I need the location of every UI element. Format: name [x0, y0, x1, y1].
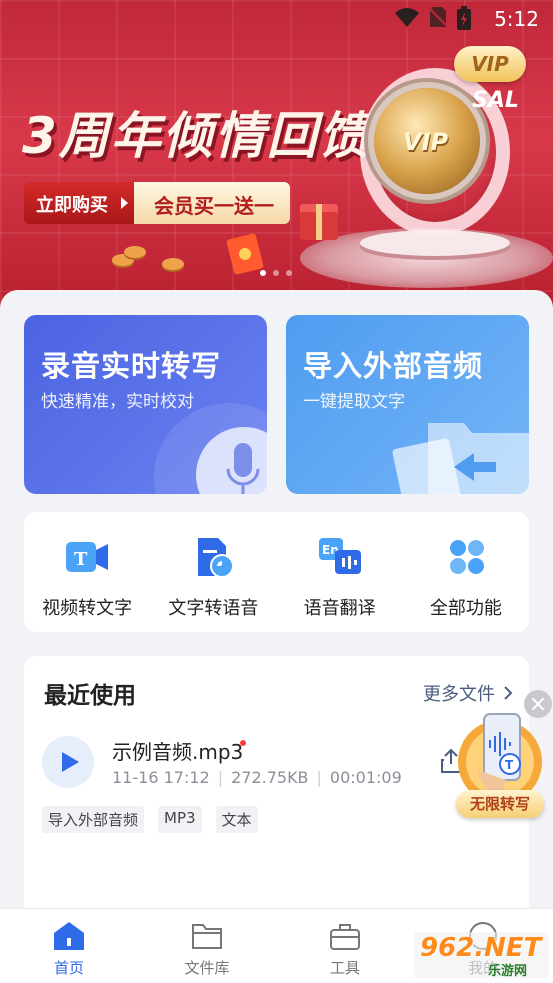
recent-file-row[interactable]: 示例音频.mp3 11-16 17:12 | 272.75KB | 00:01:… [42, 736, 512, 796]
nav-file-library[interactable]: 文件库 [138, 909, 276, 983]
vip-badge: VIP [454, 46, 526, 82]
battery-icon [457, 6, 471, 30]
nav-home[interactable]: 首页 [0, 909, 138, 983]
svg-text:T: T [505, 758, 514, 772]
video-to-text-icon: T [66, 542, 109, 572]
banner-cta[interactable]: 立即购买 会员买一送一 [24, 182, 290, 224]
play-button[interactable] [42, 736, 94, 788]
microphone-icon [226, 443, 260, 494]
file-tag: MP3 [158, 806, 202, 833]
voice-translate-icon: En [318, 538, 361, 574]
meta-separator: | [217, 768, 224, 787]
banner-title: 3周年倾情回馈 [22, 107, 371, 165]
nav-label: 首页 [53, 959, 84, 977]
section-title: 最近使用 [44, 683, 136, 709]
file-tag: 导入外部音频 [42, 806, 145, 833]
sale-text: SAL [472, 88, 519, 113]
folder-icon [192, 924, 222, 949]
file-name: 示例音频.mp3 [112, 740, 244, 764]
chevron-right-icon [504, 686, 513, 700]
meta-separator: | [316, 768, 322, 787]
watermark-site: 乐游网 [488, 964, 528, 979]
medal-text: VIP [403, 128, 449, 156]
carousel-dot[interactable] [260, 270, 266, 276]
promo-banner[interactable]: 5:12 3周年倾情回馈 立即购买 会员买一送一 VIP VIP SAL [0, 0, 553, 310]
buy-now-button[interactable]: 立即购买 [24, 182, 134, 224]
tool-bar: T 视频转文字 文字转语音 En 语音翻译 全部功能 [24, 512, 529, 632]
tool-label: 全部功能 [429, 598, 502, 619]
carousel-dot[interactable] [273, 270, 279, 276]
card-title: 录音实时转写 [41, 349, 222, 383]
play-icon [62, 752, 79, 772]
home-icon [54, 922, 84, 950]
tool-label: 文字转语音 [168, 598, 259, 619]
toolbox-icon [330, 924, 360, 950]
card-title: 导入外部音频 [303, 349, 484, 383]
import-folder-icon [428, 423, 529, 494]
gift-box-icon [300, 204, 338, 240]
coin-icon [124, 246, 146, 258]
offer-label: 会员买一送一 [134, 182, 290, 224]
tool-label: 视频转文字 [42, 598, 133, 619]
card-subtitle: 一键提取文字 [303, 392, 405, 412]
tool-voice-translate[interactable]: En 语音翻译 [277, 512, 403, 632]
tool-label: 语音翻译 [303, 598, 376, 619]
watermark-brand: 962.NET [420, 933, 542, 963]
nav-label: 文件库 [184, 959, 230, 977]
import-audio-card[interactable]: 导入外部音频 一键提取文字 [286, 315, 529, 494]
status-bar: 5:12 [0, 0, 553, 36]
close-promo-button[interactable] [524, 690, 552, 718]
file-tags: 导入外部音频 MP3 文本 [42, 806, 258, 833]
file-size: 272.75KB [231, 768, 309, 787]
svg-text:T: T [74, 549, 88, 570]
tool-text-to-speech[interactable]: 文字转语音 [150, 512, 276, 632]
wifi-icon [395, 8, 419, 27]
record-transcribe-card[interactable]: 录音实时转写 快速精准，实时校对 [24, 315, 267, 494]
nav-tools[interactable]: 工具 [276, 909, 414, 983]
file-meta: 11-16 17:12 | 272.75KB | 00:01:09 [112, 768, 402, 787]
status-icons [395, 6, 471, 30]
unread-dot [240, 740, 246, 746]
coin-icon [162, 258, 184, 270]
promo-label: 无限转写 [456, 790, 544, 818]
carousel-indicator [260, 270, 292, 276]
file-date: 11-16 17:12 [112, 768, 210, 787]
tool-video-to-text[interactable]: T 视频转文字 [24, 512, 150, 632]
text-to-speech-icon [198, 538, 235, 578]
card-subtitle: 快速精准，实时校对 [41, 392, 194, 412]
carousel-dot[interactable] [286, 270, 292, 276]
all-features-icon [449, 540, 484, 574]
status-time: 5:12 [494, 7, 539, 31]
nav-label: 工具 [329, 959, 360, 977]
tool-all-features[interactable]: 全部功能 [403, 512, 529, 632]
file-tag: 文本 [215, 806, 258, 833]
no-sim-icon [429, 7, 447, 27]
file-duration: 00:01:09 [329, 768, 402, 787]
